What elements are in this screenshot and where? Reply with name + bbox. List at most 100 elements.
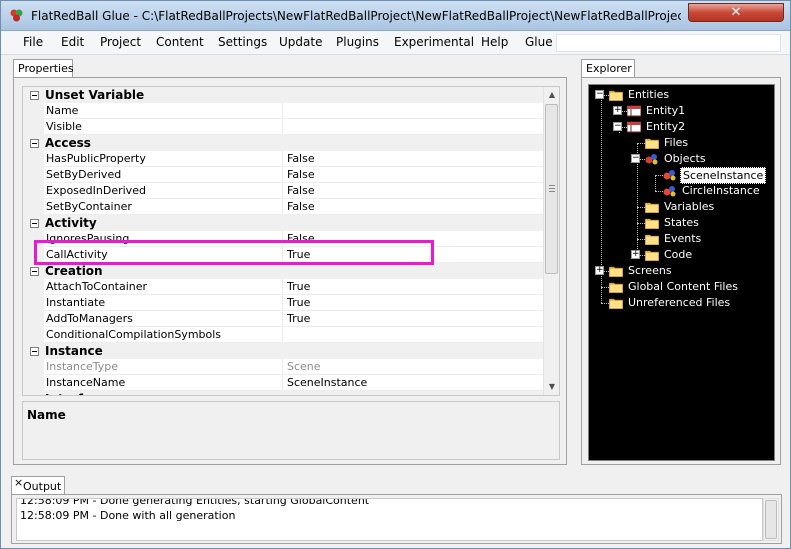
property-row[interactable]: Name — [23, 103, 545, 119]
menu-file[interactable]: File — [23, 35, 43, 49]
property-value[interactable]: False — [284, 151, 545, 167]
property-category-row[interactable]: Unset Variable — [23, 87, 545, 103]
expand-icon[interactable]: + — [631, 250, 640, 259]
property-row[interactable]: CallActivity True — [23, 247, 545, 263]
properties-panel: Unset Variable Name Visible Access HasPublic… — [13, 77, 567, 465]
property-value[interactable]: True — [284, 311, 545, 327]
tree-node-label: Global Content Files — [628, 280, 738, 293]
property-grid-scrollbar[interactable]: ▲ ▼ — [543, 87, 559, 395]
property-value[interactable]: False — [284, 167, 545, 183]
output-scrollbar[interactable] — [763, 498, 779, 541]
tree-node-label: Unreferenced Files — [628, 296, 731, 309]
folder-icon — [644, 217, 660, 230]
property-row[interactable]: ConditionalCompilationSymbols — [23, 327, 545, 343]
menu-plugins[interactable]: Plugins — [336, 35, 379, 49]
property-name: InstanceName — [45, 375, 283, 391]
property-value[interactable] — [284, 103, 545, 119]
property-category-row[interactable]: Access — [23, 135, 545, 151]
property-row[interactable]: Visible — [23, 119, 545, 135]
menu-overflow-area — [556, 34, 781, 52]
property-row[interactable]: ExposedInDerived False — [23, 183, 545, 199]
menu-project[interactable]: Project — [100, 35, 141, 49]
tree-connector-line — [637, 143, 645, 144]
property-name: InstanceType — [45, 359, 283, 375]
property-row[interactable]: InstanceType Scene — [23, 359, 545, 375]
property-value[interactable]: True — [284, 295, 545, 311]
property-name: IgnoresPausing — [45, 231, 283, 247]
scroll-up-arrow-icon[interactable]: ▲ — [544, 87, 559, 103]
tree-node-label: Objects — [664, 152, 706, 165]
property-name: AddToManagers — [45, 311, 283, 327]
title-bar[interactable]: FlatRedBall Glue - C:\FlatRedBallProject… — [1, 1, 790, 31]
tree-node-label: SceneInstance — [680, 167, 767, 184]
collapse-icon[interactable] — [30, 139, 39, 148]
collapse-icon[interactable] — [30, 395, 39, 396]
folder-icon — [644, 201, 660, 214]
property-row[interactable]: SetByContainer False — [23, 199, 545, 215]
property-row[interactable]: Instantiate True — [23, 295, 545, 311]
menu-edit[interactable]: Edit — [61, 35, 84, 49]
property-category-row[interactable]: Interface — [23, 391, 545, 396]
menu-experimental[interactable]: Experimental — [394, 35, 474, 49]
expand-icon[interactable]: + — [613, 106, 622, 115]
property-category-label: Activity — [45, 216, 97, 230]
property-row[interactable]: AddToManagers True — [23, 311, 545, 327]
tab-properties[interactable]: Properties — [13, 59, 74, 78]
property-row[interactable]: SetByDerived False — [23, 167, 545, 183]
folder-icon — [608, 281, 624, 294]
property-category-row[interactable]: Instance — [23, 343, 545, 359]
property-category-label: Interface — [45, 391, 106, 395]
property-category-row[interactable]: Creation — [23, 263, 545, 279]
property-row[interactable]: InstanceName SceneInstance — [23, 375, 545, 391]
property-category-row[interactable]: Activity — [23, 215, 545, 231]
scrollbar-thumb[interactable] — [545, 104, 558, 274]
collapse-icon[interactable]: − — [595, 90, 604, 99]
collapse-icon[interactable]: − — [631, 154, 640, 163]
menu-help[interactable]: Help — [481, 35, 508, 49]
tree-node-label: CircleInstance — [682, 184, 760, 197]
explorer-panel: − Entities + Entity1 − Entity2 Files − Objects Sc… — [581, 77, 781, 465]
property-value[interactable]: Scene — [284, 359, 545, 375]
tree-node-label: Files — [664, 136, 689, 149]
collapse-icon[interactable] — [30, 347, 39, 356]
menu-update[interactable]: Update — [279, 35, 322, 49]
scroll-down-arrow-icon[interactable]: ▼ — [544, 379, 559, 395]
tree-node-label: Code — [664, 248, 693, 261]
app-window: FlatRedBall Glue - C:\FlatRedBallProject… — [0, 0, 791, 549]
property-value[interactable]: False — [284, 231, 545, 247]
window-close-button[interactable]: ✕ — [688, 3, 784, 22]
objects-icon — [645, 153, 659, 165]
property-name: SetByDerived — [45, 167, 283, 183]
property-value[interactable]: False — [284, 199, 545, 215]
menu-settings[interactable]: Settings — [218, 35, 267, 49]
tree-connector-line — [655, 175, 663, 176]
output-log[interactable]: 12:58:09 PM - Done generating Entities, … — [16, 498, 763, 541]
output-tab-close-icon[interactable]: × — [14, 476, 23, 489]
output-scrollbar-thumb[interactable] — [765, 500, 777, 539]
collapse-icon[interactable]: − — [613, 122, 622, 131]
tree-node-label: States — [664, 216, 699, 229]
property-value[interactable]: True — [284, 279, 545, 295]
events-icon — [644, 233, 660, 246]
flatredball-app-icon — [10, 9, 23, 22]
tab-explorer[interactable]: Explorer — [581, 59, 635, 78]
property-value[interactable] — [284, 119, 545, 135]
property-row[interactable]: AttachToContainer True — [23, 279, 545, 295]
folder-icon — [608, 297, 624, 310]
menu-content[interactable]: Content — [156, 35, 204, 49]
property-value[interactable] — [284, 327, 545, 343]
tab-output[interactable]: × Output — [11, 476, 65, 495]
collapse-icon[interactable] — [30, 91, 39, 100]
tree-connector-line — [637, 223, 645, 224]
collapse-icon[interactable] — [30, 219, 39, 228]
property-row[interactable]: IgnoresPausing False — [23, 231, 545, 247]
output-panel: 12:58:09 PM - Done generating Entities, … — [11, 494, 782, 544]
collapse-icon[interactable] — [30, 267, 39, 276]
property-value[interactable]: True — [284, 247, 545, 263]
property-value[interactable]: SceneInstance — [284, 375, 545, 391]
expand-icon[interactable]: + — [595, 266, 604, 275]
property-category-label: Instance — [45, 344, 103, 358]
tree-node-label: Variables — [664, 200, 715, 213]
property-row[interactable]: HasPublicProperty False — [23, 151, 545, 167]
property-value[interactable]: False — [284, 183, 545, 199]
